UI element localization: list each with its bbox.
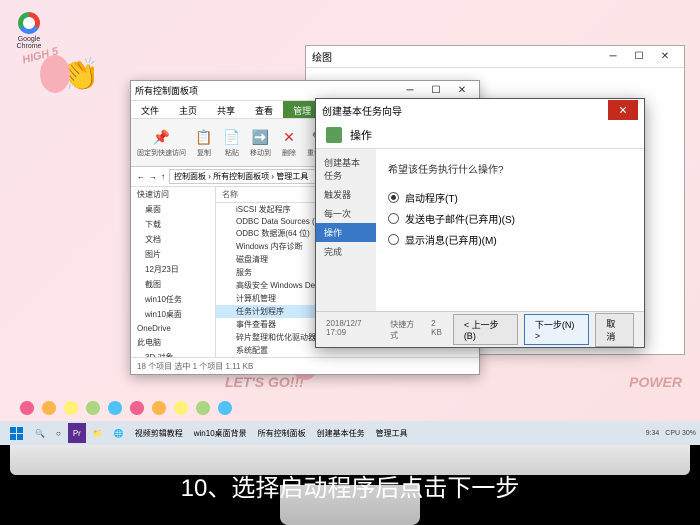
nav-desktop[interactable]: 桌面	[131, 202, 215, 217]
ribbon-paste[interactable]: 📄粘贴	[222, 127, 242, 158]
ribbon-copy[interactable]: 📋复制	[194, 127, 214, 158]
nav-thispc[interactable]: 此电脑	[131, 335, 215, 350]
nav-folder[interactable]: win10桌面	[131, 307, 215, 322]
tab-file[interactable]: 文件	[131, 101, 169, 118]
nav-downloads[interactable]: 下载	[131, 217, 215, 232]
radio-icon	[388, 234, 399, 245]
step-once[interactable]: 每一次	[316, 204, 376, 223]
chrome-shortcut[interactable]: Google Chrome	[15, 12, 43, 48]
taskbar-app[interactable]: Pr	[68, 423, 86, 443]
taskbar: 🔍 ○ Pr 📁 🌐 视频剪辑教程 win10桌面背景 所有控制面板 创建基本任…	[0, 421, 700, 445]
radio-icon	[388, 213, 399, 224]
ribbon-move[interactable]: ➡️移动到	[250, 127, 271, 158]
status-bar: 18 个项目 选中 1 个项目 1.11 KB	[131, 357, 479, 375]
dialog-meta: 2018/12/7 17:09 快捷方式 2 KB	[326, 319, 447, 341]
nav-pictures[interactable]: 图片	[131, 247, 215, 262]
paint-title: 绘图	[312, 49, 332, 64]
close-button[interactable]: ✕	[608, 100, 638, 120]
radio-icon	[388, 192, 399, 203]
back-button[interactable]: < 上一步(B)	[453, 314, 518, 345]
tab-share[interactable]: 共享	[207, 101, 245, 118]
taskbar-app[interactable]: 📁	[89, 423, 107, 443]
balloon-decor	[40, 55, 70, 93]
wizard-question: 希望该任务执行什么操作?	[388, 161, 632, 176]
nav-folder[interactable]: win10任务	[131, 292, 215, 307]
step-finish[interactable]: 完成	[316, 242, 376, 261]
close-button[interactable]: ✕	[449, 82, 475, 100]
maximize-button[interactable]: ☐	[423, 82, 449, 100]
radio-start-program[interactable]: 启动程序(T)	[388, 190, 632, 205]
explorer-title: 所有控制面板项	[135, 84, 198, 97]
radio-send-email[interactable]: 发送电子邮件(已弃用)(S)	[388, 211, 632, 226]
cancel-button[interactable]: 取消	[595, 313, 634, 347]
taskbar-item[interactable]: win10桌面背景	[190, 423, 251, 443]
dialog-title: 创建基本任务向导	[322, 103, 402, 118]
ribbon-pin[interactable]: 📌固定到快速访问	[137, 127, 186, 158]
nav-documents[interactable]: 文档	[131, 232, 215, 247]
nav-folder[interactable]: 截图	[131, 277, 215, 292]
chrome-icon	[18, 12, 40, 34]
taskbar-item[interactable]: 视频剪辑教程	[131, 423, 187, 443]
dock-dots	[20, 401, 232, 415]
step-create[interactable]: 创建基本任务	[316, 153, 376, 185]
taskbar-item[interactable]: 管理工具	[372, 423, 412, 443]
windows-icon	[10, 427, 23, 440]
tutorial-subtitle: 10、选择启动程序后点击下一步	[0, 468, 700, 503]
nav-pane: 快速访问 桌面 下载 文档 图片 12月23日 截图 win10任务 win10…	[131, 187, 216, 357]
minimize-button[interactable]: ─	[397, 82, 423, 100]
start-button[interactable]	[4, 423, 28, 443]
task-wizard-dialog: 创建基本任务向导 ✕ 操作 创建基本任务 触发器 每一次 操作 完成 希望该任务…	[315, 98, 645, 348]
minimize-button[interactable]: ─	[600, 48, 626, 66]
wizard-steps: 创建基本任务 触发器 每一次 操作 完成	[316, 149, 376, 311]
nav-quick[interactable]: 快速访问	[131, 187, 215, 202]
next-button[interactable]: 下一步(N) >	[524, 314, 590, 345]
wizard-icon	[326, 127, 342, 143]
step-trigger[interactable]: 触发器	[316, 185, 376, 204]
taskbar-item[interactable]: 创建基本任务	[313, 423, 369, 443]
desktop-decor-power: POWER	[629, 374, 682, 390]
taskbar-search[interactable]: 🔍	[31, 423, 49, 443]
radio-show-message[interactable]: 显示消息(已弃用)(M)	[388, 232, 632, 247]
taskbar-item[interactable]: 所有控制面板	[254, 423, 310, 443]
nav-folder[interactable]: 12月23日	[131, 262, 215, 277]
maximize-button[interactable]: ☐	[626, 48, 652, 66]
taskbar-app[interactable]: 🌐	[110, 423, 128, 443]
tab-view[interactable]: 查看	[245, 101, 283, 118]
nav-3d[interactable]: 3D 对象	[131, 350, 215, 357]
ribbon-delete[interactable]: ✕删除	[279, 127, 299, 158]
nav-onedrive[interactable]: OneDrive	[131, 322, 215, 335]
wizard-header: 操作	[350, 127, 372, 143]
taskbar-tray[interactable]: 9:34 CPU 30%	[646, 430, 696, 437]
chrome-label: Google Chrome	[15, 36, 43, 50]
close-button[interactable]: ✕	[652, 48, 678, 66]
step-action[interactable]: 操作	[316, 223, 376, 242]
tab-home[interactable]: 主页	[169, 101, 207, 118]
desktop-decor-letsgo: LET'S GO!!!	[225, 374, 304, 390]
taskbar-cortana[interactable]: ○	[52, 423, 65, 443]
